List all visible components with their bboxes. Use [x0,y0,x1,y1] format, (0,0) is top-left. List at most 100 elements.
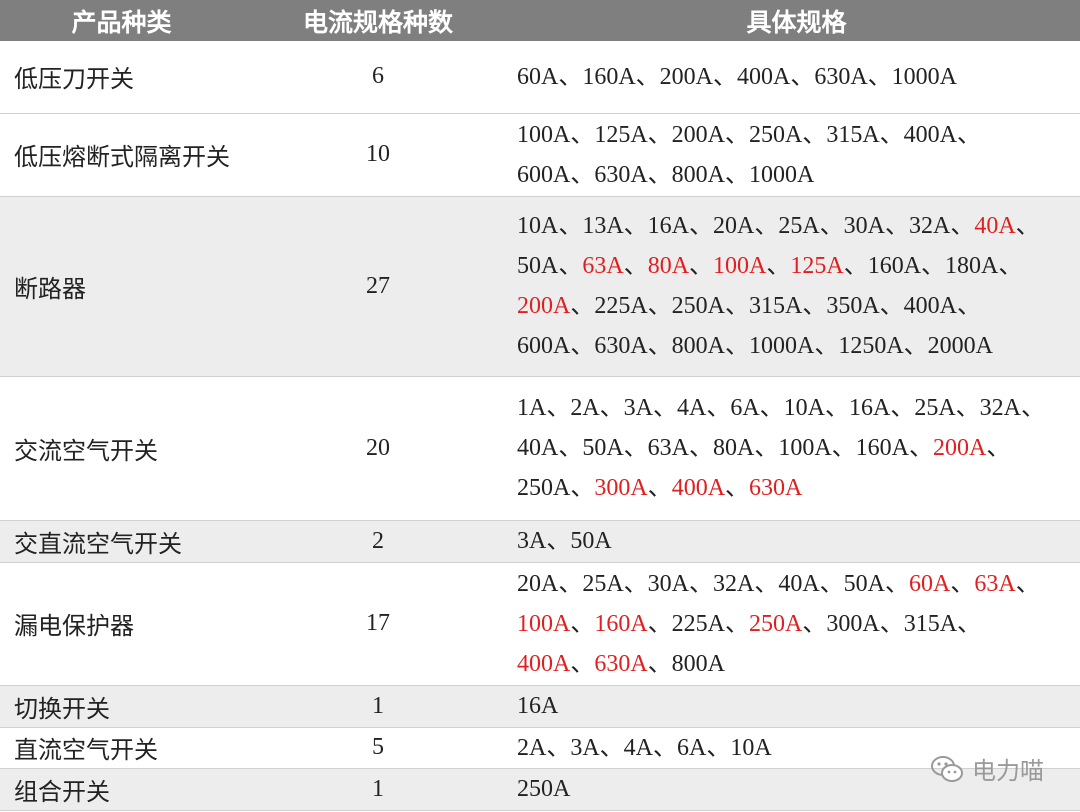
spec-text: 600A、630A、800A、1000A [517,161,815,188]
spec-text: 、 [766,253,791,279]
spec-line: 1A、2A、3A、4A、6A、10A、16A、25A、32A、 [517,388,1080,428]
spec-line: 100A、160A、225A、250A、300A、315A、 [517,604,1080,644]
spec-text: 250A [517,776,571,802]
table-body: 低压刀开关 6 60A、160A、200A、400A、630A、1000A 低压熔断式… [0,41,1080,811]
product-type-cell: 交直流空气开关 [0,520,243,563]
spec-text: 、 [689,253,714,279]
spec-text: 20A、25A、30A、32A、40A、50A、 [517,570,909,597]
header-spec-count: 电流规格种数 [243,0,513,41]
spec-line: 200A、225A、250A、315A、350A、400A、 [517,286,1080,326]
specs-cell: 20A、25A、30A、32A、40A、50A、60A、63A、 100A、160… [513,562,1080,686]
spec-text: 1A、2A、3A、4A、6A、10A、16A、25A、32A、 [517,395,1045,421]
header-product-type: 产品种类 [0,0,243,41]
highlighted-spec: 80A [647,253,690,279]
spec-line: 400A、630A、800A [517,644,1080,684]
specs-cell: 3A、50A [513,520,1080,563]
table-row: 低压熔断式隔离开关 10 100A、125A、200A、250A、315A、400A… [0,113,1080,197]
spec-count-cell: 5 [243,727,513,769]
table-row: 组合开关 1 250A [0,768,1080,811]
spec-line: 20A、25A、30A、32A、40A、50A、60A、63A、 [517,564,1080,604]
highlighted-spec: 400A [671,475,726,501]
table-row: 直流空气开关 5 2A、3A、4A、6A、10A [0,727,1080,769]
spec-count-cell: 1 [243,685,513,728]
spec-text: 250A、 [517,475,595,501]
spec-line: 16A [517,686,1080,726]
table-header: 产品种类 电流规格种数 具体规格 [0,0,1080,41]
spec-count-cell: 6 [243,41,513,114]
product-type-cell: 漏电保护器 [0,562,243,686]
spec-line: 40A、50A、63A、80A、100A、160A、200A、 [517,428,1080,468]
spec-text: 、225A、 [647,610,750,637]
spec-text: 、 [647,475,672,501]
product-type-cell: 低压熔断式隔离开关 [0,113,243,197]
specs-cell: 1A、2A、3A、4A、6A、10A、16A、25A、32A、 40A、50A、6… [513,376,1080,521]
highlighted-spec: 400A [517,650,571,677]
spec-count-cell: 27 [243,196,513,377]
watermark-text: 电力喵 [972,757,1044,785]
spec-text: 16A [517,693,559,719]
spec-text: 、 [570,610,595,637]
table-row: 低压刀开关 6 60A、160A、200A、400A、630A、1000A [0,41,1080,114]
spec-line: 100A、125A、200A、250A、315A、400A、 [517,115,1080,155]
spec-text: 10A、13A、16A、20A、25A、30A、32A、 [517,213,975,239]
highlighted-spec: 40A [974,213,1016,239]
spec-line: 600A、630A、800A、1000A [517,155,1080,195]
table-row: 交直流空气开关 2 3A、50A [0,520,1080,563]
spec-line: 60A、160A、200A、400A、630A、1000A [517,57,1080,97]
spec-count-cell: 10 [243,113,513,197]
spec-count-cell: 2 [243,520,513,563]
highlighted-spec: 125A [790,253,844,279]
spec-line: 600A、630A、800A、1000A、1250A、2000A [517,326,1080,366]
highlighted-spec: 200A [933,435,987,461]
specs-cell: 10A、13A、16A、20A、25A、30A、32A、40A、 50A、63A、… [513,196,1080,377]
spec-text: 60A、160A、200A、400A、630A、1000A [517,63,957,90]
highlighted-spec: 250A [749,610,803,637]
highlighted-spec: 60A [909,570,951,597]
table-row: 交流空气开关 20 1A、2A、3A、4A、6A、10A、16A、25A、32A、 4… [0,376,1080,521]
highlighted-spec: 630A [749,475,803,501]
table-row: 漏电保护器 17 20A、25A、30A、32A、40A、50A、60A、63A、 1… [0,562,1080,686]
spec-text: 100A、125A、200A、250A、315A、400A、 [517,121,981,148]
product-type-cell: 切换开关 [0,685,243,728]
spec-text: 、 [725,475,750,501]
spec-line: 50A、63A、80A、100A、125A、160A、180A、 [517,246,1080,286]
specs-cell: 60A、160A、200A、400A、630A、1000A [513,41,1080,114]
highlighted-spec: 100A [517,610,571,637]
spec-text: 50A、 [517,253,583,279]
wechat-icon [931,755,963,782]
product-type-cell: 组合开关 [0,768,243,811]
specs-cell: 16A [513,685,1080,728]
spec-text: 600A、630A、800A、1000A、1250A、2000A [517,333,993,359]
highlighted-spec: 630A [594,650,648,677]
spec-table: 产品种类 电流规格种数 具体规格 低压刀开关 6 60A、160A、200A、400… [0,0,1080,811]
spec-line: 250A、300A、400A、630A [517,468,1080,508]
spec-count-cell: 1 [243,768,513,811]
spec-line: 10A、13A、16A、20A、25A、30A、32A、40A、 [517,206,1080,246]
spec-text: 、800A [647,650,726,677]
table-row: 切换开关 1 16A [0,685,1080,728]
watermark: 电力喵 [930,751,1044,786]
spec-text: 、225A、250A、315A、350A、400A、 [570,293,982,319]
spec-text: 、 [570,650,595,677]
product-type-cell: 低压刀开关 [0,41,243,114]
product-type-cell: 断路器 [0,196,243,377]
spec-text: 、 [986,435,1011,461]
spec-count-cell: 17 [243,562,513,686]
highlighted-spec: 63A [974,570,1016,597]
spec-text: 2A、3A、4A、6A、10A [517,734,772,761]
product-type-cell: 交流空气开关 [0,376,243,521]
spec-text: 、 [1015,213,1040,239]
spec-text: 、 [623,253,648,279]
spec-count-cell: 20 [243,376,513,521]
highlighted-spec: 100A [713,253,767,279]
spec-text: 、 [1015,570,1040,597]
spec-line: 3A、50A [517,521,1080,561]
highlighted-spec: 160A [594,610,648,637]
spec-text: 、160A、180A、 [843,253,1023,279]
spec-text: 40A、50A、63A、80A、100A、160A、 [517,435,933,461]
spec-text: 3A、50A [517,528,612,554]
table-row: 断路器 27 10A、13A、16A、20A、25A、30A、32A、40A、 50A… [0,196,1080,377]
highlighted-spec: 63A [582,253,624,279]
spec-text: 、 [950,570,975,597]
product-type-cell: 直流空气开关 [0,727,243,769]
